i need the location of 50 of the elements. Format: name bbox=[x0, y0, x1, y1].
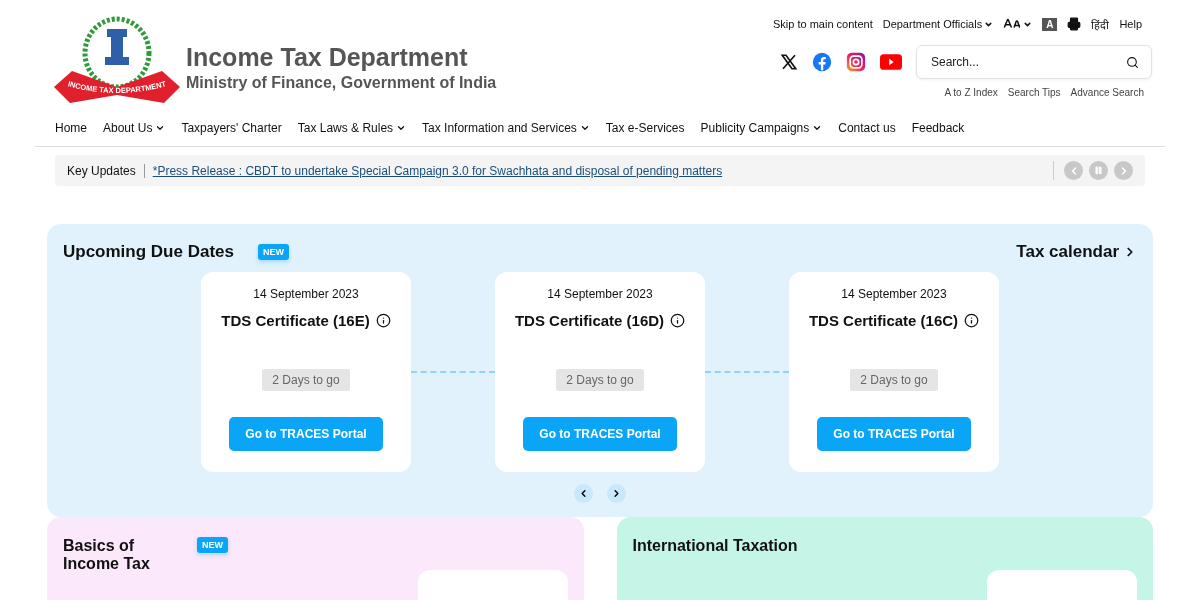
search-link[interactable]: Advance Search bbox=[1070, 87, 1144, 98]
facebook-icon[interactable] bbox=[812, 52, 832, 72]
info-icon[interactable] bbox=[964, 313, 980, 328]
print-icon[interactable] bbox=[1067, 17, 1082, 31]
next-button[interactable] bbox=[607, 484, 626, 503]
x-logo-icon[interactable] bbox=[780, 53, 798, 71]
pause-icon bbox=[1094, 166, 1103, 175]
search-link[interactable]: A to Z Index bbox=[944, 87, 998, 98]
search-link[interactable]: Search Tips bbox=[1007, 87, 1061, 98]
card-title: TDS Certificate (16C) bbox=[808, 312, 959, 329]
panel-title: International Taxation bbox=[632, 537, 798, 555]
previous-button[interactable] bbox=[574, 484, 593, 503]
nav-link[interactable]: Home bbox=[47, 121, 95, 135]
countdown-tag: 2 Days to go bbox=[556, 369, 644, 391]
card-title: TDS Certificate (16E) bbox=[221, 312, 370, 329]
news-link[interactable]: *Press Release : CBDT to undertake Special Campaign 3.0 for Swachhata and disposal of pending matters bbox=[152, 163, 1053, 178]
info-icon[interactable] bbox=[670, 313, 686, 328]
tax-calendar-link[interactable]: Tax calendar bbox=[1016, 242, 1137, 262]
nav-link[interactable]: Tax Information and Services bbox=[414, 121, 598, 135]
youtube-icon[interactable] bbox=[880, 54, 902, 70]
panel-title: Basics of Income Tax bbox=[63, 537, 151, 573]
search-box[interactable]: Search... bbox=[916, 45, 1152, 79]
countdown-tag: 2 Days to go bbox=[850, 369, 938, 391]
card-title: TDS Certificate (16D) bbox=[514, 312, 665, 329]
search-icon[interactable] bbox=[1126, 55, 1139, 69]
utility-link[interactable]: Department Officials bbox=[882, 18, 994, 30]
nav-link[interactable]: Tax e-Services bbox=[597, 121, 693, 135]
new-badge: NEW bbox=[197, 537, 228, 553]
chevron-right-icon bbox=[611, 488, 622, 499]
site-subtitle: Ministry of Finance, Government of India bbox=[186, 73, 497, 92]
nav-link[interactable]: Tax Laws & Rules bbox=[289, 121, 415, 135]
info-icon[interactable] bbox=[375, 313, 391, 328]
due-date: 14 September 2023 bbox=[547, 287, 653, 301]
section-title: Upcoming Due Dates bbox=[63, 242, 234, 262]
countdown-tag: 2 Days to go bbox=[262, 369, 350, 391]
utility-link[interactable]: Help bbox=[1119, 18, 1142, 30]
nav-link[interactable]: Feedback bbox=[903, 121, 973, 135]
contrast-button[interactable]: A bbox=[1042, 17, 1058, 31]
key-updates-label: Key Updates bbox=[67, 163, 145, 178]
nav-link[interactable]: Taxpayers' Charter bbox=[173, 121, 290, 135]
new-badge: NEW bbox=[258, 244, 289, 260]
nav-link[interactable]: Publicity Campaigns bbox=[692, 121, 831, 135]
utility-link[interactable]: हिंदी bbox=[1091, 16, 1110, 32]
nav-link[interactable]: Contact us bbox=[830, 121, 904, 135]
site-title: Income Tax Department bbox=[186, 42, 469, 72]
due-date: 14 September 2023 bbox=[253, 287, 359, 301]
instagram-icon[interactable] bbox=[846, 52, 866, 72]
nav-link[interactable]: About Us bbox=[95, 121, 174, 135]
due-date: 14 September 2023 bbox=[841, 287, 947, 301]
utility-link[interactable]: Skip to main content bbox=[773, 18, 873, 30]
